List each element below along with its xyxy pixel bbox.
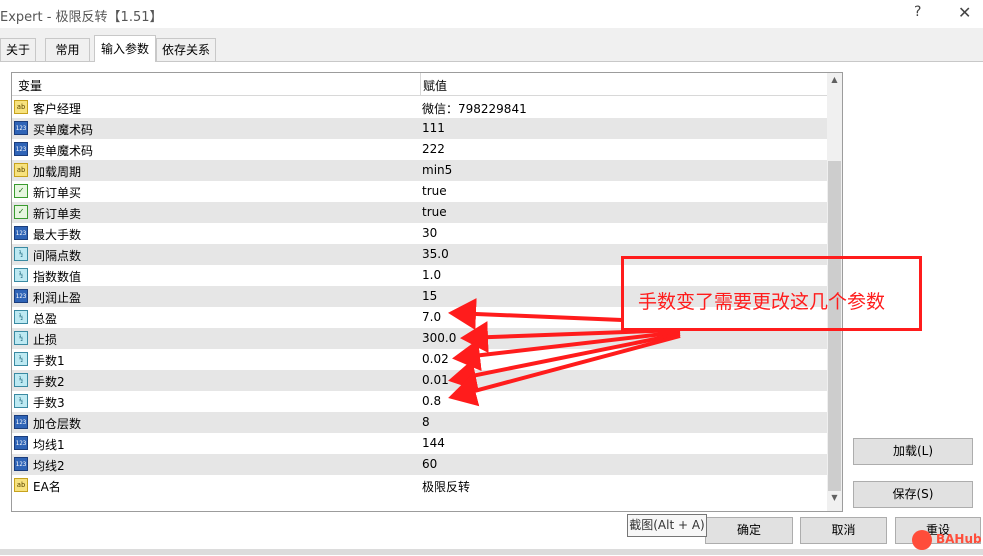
watermark-logo-icon [912, 530, 932, 550]
arrow-to-total-profit [448, 298, 623, 330]
annotation-callout: 手数变了需要更改这几个参数 [621, 256, 922, 331]
screenshot-tooltip: 截图(Alt + A) [627, 514, 707, 537]
annotation-text: 手数变了需要更改这几个参数 [638, 291, 886, 313]
arrow-to-lot2 [448, 332, 681, 391]
watermark-text: BAHub [936, 532, 982, 546]
